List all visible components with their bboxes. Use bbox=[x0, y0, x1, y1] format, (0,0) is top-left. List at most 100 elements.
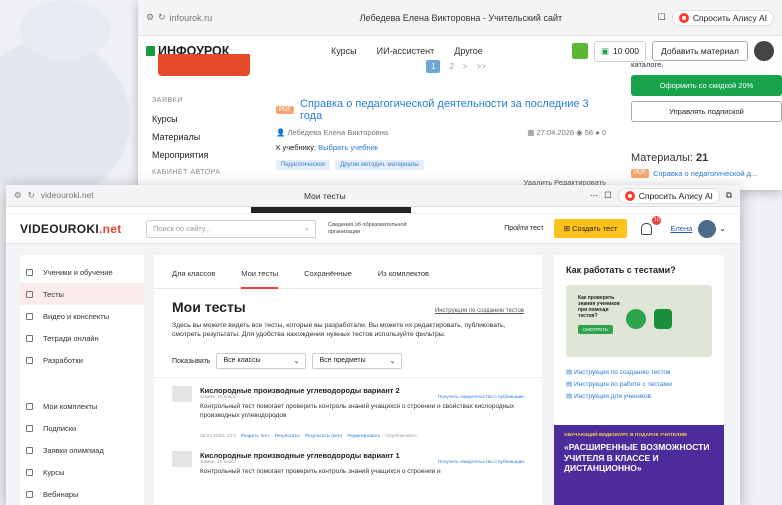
url-text[interactable]: infourok.ru bbox=[170, 13, 213, 23]
sidebar-item-kits[interactable]: Мои комплекты bbox=[20, 395, 144, 417]
link-label: Инструкция по созданию тестов bbox=[573, 369, 671, 376]
address-bar[interactable]: ⚙ ↻ videouroki.net bbox=[14, 190, 304, 201]
balance-icon: ▣ bbox=[600, 45, 609, 56]
alice-button[interactable]: Спросить Алису AI bbox=[671, 9, 774, 26]
material-author[interactable]: Лебедева Елена Викторовна bbox=[287, 128, 388, 137]
instruction-link[interactable]: Инструкция по созданию тестов bbox=[435, 308, 524, 314]
tab-my-tests[interactable]: Мои тесты bbox=[241, 269, 279, 289]
avatar[interactable] bbox=[698, 219, 717, 238]
user-name-link[interactable]: Елена bbox=[670, 224, 692, 233]
tab-from-kits[interactable]: Из комплектов bbox=[378, 269, 429, 288]
page-last[interactable]: >> bbox=[477, 62, 486, 71]
sidebar-item-students[interactable]: Ученики и обучение bbox=[20, 261, 144, 283]
take-test-link[interactable]: Пройти тест bbox=[504, 225, 544, 232]
edit-link[interactable]: Редактировать bbox=[347, 434, 380, 439]
settings-icon[interactable]: ⚙ bbox=[14, 190, 22, 201]
video-caption: Как проверить знания учеников при помощи… bbox=[578, 295, 620, 319]
tab-saved[interactable]: Сохранённые bbox=[304, 269, 352, 288]
right-column: каталоге. Оформить со скидкой 20% Управл… bbox=[631, 60, 782, 178]
bookmark-icon[interactable]: ☐ bbox=[604, 190, 612, 201]
page-2[interactable]: 2 bbox=[449, 62, 453, 71]
material-link[interactable]: Справка о педагогической д... bbox=[653, 169, 757, 178]
nav-ai-assistant[interactable]: ИИ-ассистент bbox=[377, 46, 435, 56]
balance-button[interactable]: ▣ 10 000 bbox=[593, 40, 646, 62]
sidebar-item-notebooks[interactable]: Тетради онлайн bbox=[20, 327, 144, 349]
org-info-link[interactable]: Сведения об образовательной организации bbox=[328, 222, 418, 236]
page-next[interactable]: > bbox=[463, 62, 468, 71]
test-name[interactable]: Кислородные производные углеводороды вар… bbox=[200, 386, 524, 395]
address-bar[interactable]: ⚙ ↻ infourok.ru bbox=[146, 12, 264, 23]
certificate-link[interactable]: Получить свидетельство о публикации bbox=[438, 460, 524, 465]
translate-icon[interactable]: ⧉ bbox=[726, 190, 732, 201]
bell-icon[interactable]: 10 bbox=[641, 215, 662, 235]
red-button[interactable] bbox=[158, 54, 250, 76]
videouroki-logo[interactable]: VIDEOUROKI.net bbox=[20, 222, 146, 236]
more-icon[interactable]: ⋯ bbox=[590, 190, 599, 201]
sidebar-heading: ЗАЯВКИ bbox=[152, 97, 183, 104]
pdf-badge: PDF bbox=[276, 106, 294, 114]
settings-icon[interactable]: ⚙ bbox=[146, 12, 154, 23]
background-circle bbox=[0, 40, 130, 200]
certificate-link[interactable]: Получить свидетельство о публикации bbox=[438, 395, 524, 400]
sidebar-item-subscriptions[interactable]: Подписки bbox=[20, 417, 144, 439]
discount-button[interactable]: Оформить со скидкой 20% bbox=[631, 75, 782, 96]
sidebar-item-webinars[interactable]: Вебинары bbox=[20, 483, 144, 505]
watch-button[interactable]: СМОТРЕТЬ bbox=[578, 325, 613, 334]
site-header: VIDEOUROKI.net Поиск по сайту... ⌕ Сведен… bbox=[6, 214, 740, 244]
all-results-link[interactable]: Результаты (все) bbox=[305, 434, 342, 439]
sidebar-item-olympiads[interactable]: Заявки олимпиад bbox=[20, 439, 144, 461]
gift-icon[interactable] bbox=[571, 43, 588, 59]
sidebar-item-courses[interactable]: Курсы bbox=[20, 461, 144, 483]
tag[interactable]: Педагогическое bbox=[276, 160, 331, 170]
material-date: 27.04.2026 bbox=[536, 128, 575, 137]
play-icon[interactable] bbox=[626, 309, 646, 329]
page-1[interactable]: 1 bbox=[426, 60, 441, 73]
sidebar: Ученики и обучение Тесты Видео и конспек… bbox=[20, 255, 144, 505]
reload-icon[interactable]: ↻ bbox=[158, 12, 166, 23]
alice-button[interactable]: Спросить Алису AI bbox=[617, 187, 720, 204]
sidebar-item-events[interactable]: Мероприятия bbox=[152, 146, 256, 164]
tab-for-classes[interactable]: Для классов bbox=[172, 269, 215, 288]
create-test-button[interactable]: ⊞ Создать тест bbox=[553, 219, 628, 238]
distribute-link[interactable]: Раздать тест bbox=[241, 434, 270, 439]
chevron-down-icon[interactable]: ⌄ bbox=[719, 224, 726, 233]
nav-other[interactable]: Другое bbox=[454, 46, 483, 56]
promo-banner[interactable]: ОБУЧАЮЩИЙ ВИДЕОКУРС В ПОДАРОК УЧИТЕЛЯМ «… bbox=[554, 425, 724, 505]
sidebar-item-tests[interactable]: Тесты bbox=[20, 283, 144, 305]
results-link[interactable]: Результаты bbox=[275, 434, 300, 439]
sidebar-item-label: Мои комплекты bbox=[43, 401, 98, 411]
class-filter-select[interactable]: Все классы ⌄ bbox=[216, 353, 307, 369]
sidebar-item-courses[interactable]: Курсы bbox=[152, 110, 256, 128]
howto-video[interactable]: Как проверить знания учеников при помощи… bbox=[566, 285, 712, 357]
document-icon bbox=[26, 356, 33, 364]
search-icon[interactable]: ⌕ bbox=[305, 224, 309, 234]
instruction-work-link[interactable]: ▤ Инструкция по работе с тестами bbox=[566, 379, 712, 391]
tag[interactable]: Другие методич. материалы bbox=[335, 160, 424, 170]
sidebar-heading: КАБИНЕТ АВТОРА bbox=[152, 169, 221, 176]
instruction-students-link[interactable]: ▤ Инструкция для учеников bbox=[566, 391, 712, 403]
manage-subscription-button[interactable]: Управлять подпиской bbox=[631, 101, 782, 122]
sidebar-item-materials[interactable]: Материалы bbox=[152, 128, 256, 146]
infourok-window: ⚙ ↻ infourok.ru Лебедева Елена Викторовн… bbox=[138, 0, 782, 190]
videouroki-window: ⚙ ↻ videouroki.net Мои тесты ⋯ ☐ Спросит… bbox=[6, 185, 740, 505]
sidebar-item-video[interactable]: Видео и конспекты bbox=[20, 305, 144, 327]
bookmark-icon[interactable]: ☐ bbox=[658, 12, 666, 23]
subject-filter-select[interactable]: Все предметы ⌄ bbox=[312, 353, 403, 369]
material-title[interactable]: Справка о педагогической деятельности за… bbox=[300, 98, 606, 122]
search-input[interactable]: Поиск по сайту... ⌕ bbox=[146, 219, 316, 238]
url-text[interactable]: videouroki.net bbox=[41, 190, 94, 201]
tab-title: Мои тесты bbox=[304, 190, 346, 201]
reload-icon[interactable]: ↻ bbox=[28, 190, 35, 201]
publish-link[interactable]: Опубликовать bbox=[385, 434, 416, 439]
catalog-text: каталоге. bbox=[631, 60, 664, 69]
link-label: Инструкция для учеников bbox=[573, 393, 652, 400]
nav-courses[interactable]: Курсы bbox=[331, 46, 357, 56]
test-name[interactable]: Кислородные производные углеводороды вар… bbox=[200, 451, 524, 460]
avatar[interactable] bbox=[754, 41, 774, 61]
tablet-icon bbox=[654, 309, 672, 329]
choose-book-link[interactable]: Выбрать учебник bbox=[318, 143, 378, 152]
webinar-icon bbox=[26, 490, 33, 498]
instruction-create-link[interactable]: ▤ Инструкция по созданию тестов bbox=[566, 367, 712, 379]
sidebar-item-developments[interactable]: Разработки bbox=[20, 349, 144, 371]
add-material-button[interactable]: Добавить материал bbox=[652, 41, 748, 61]
